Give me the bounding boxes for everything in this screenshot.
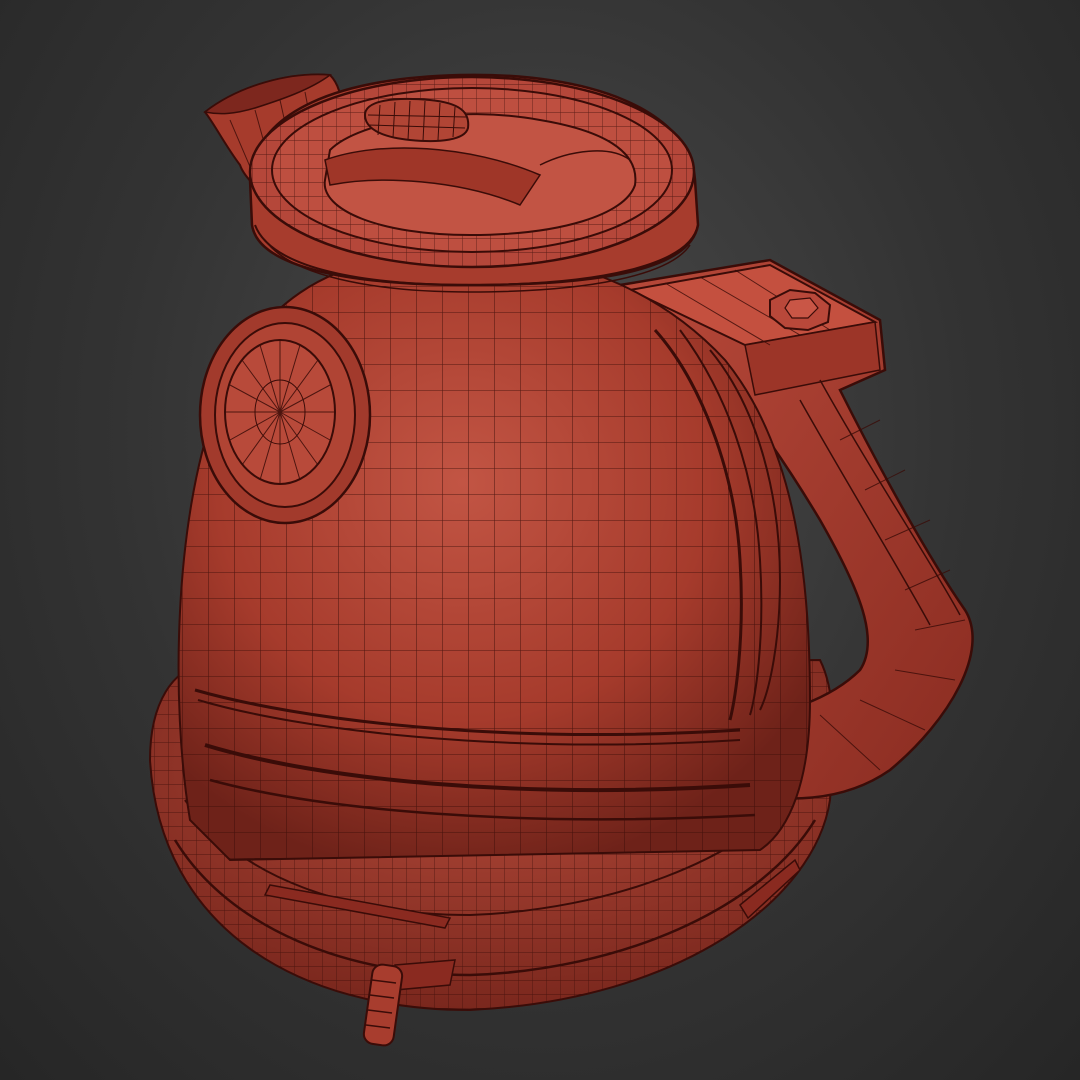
kettle-render: [148, 73, 974, 1047]
kettle-lid: [248, 73, 700, 293]
temperature-gauge-icon: [198, 305, 372, 525]
3d-viewport[interactable]: [0, 0, 1080, 1080]
